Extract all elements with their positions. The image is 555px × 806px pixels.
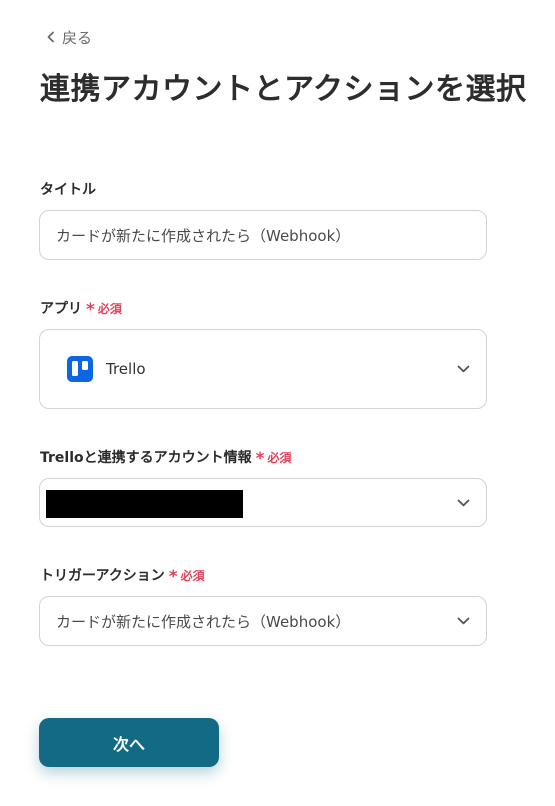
title-field-box[interactable]	[39, 210, 487, 260]
title-field-label: タイトル	[40, 179, 96, 199]
trigger-select[interactable]: カードが新たに作成されたら（Webhook）	[39, 596, 487, 646]
trigger-select-value: カードが新たに作成されたら（Webhook）	[56, 612, 351, 631]
chevron-down-icon	[457, 499, 470, 506]
app-field-label: アプリ * 必須	[40, 298, 122, 318]
chevron-left-icon	[47, 31, 54, 43]
title-label-text: タイトル	[40, 182, 96, 198]
required-asterisk: *	[255, 448, 265, 469]
app-select[interactable]: Trello	[39, 329, 487, 409]
trigger-label-text: トリガーアクション	[40, 568, 165, 584]
app-label-text: アプリ	[40, 301, 82, 317]
account-field-label: Trelloと連携するアカウント情報 * 必須	[40, 447, 292, 467]
back-label: 戻る	[62, 28, 93, 47]
required-text: 必須	[97, 301, 122, 316]
account-select[interactable]	[39, 478, 487, 527]
chevron-down-icon	[457, 365, 470, 373]
required-text: 必須	[267, 450, 292, 465]
required-asterisk: *	[86, 299, 95, 320]
next-button[interactable]: 次へ	[39, 718, 219, 767]
redacted-account-value	[46, 490, 243, 518]
trigger-field-label: トリガーアクション * 必須	[40, 565, 205, 585]
required-badge: * 必須	[86, 299, 122, 320]
required-badge: * 必須	[168, 566, 205, 587]
required-text: 必須	[180, 568, 205, 583]
back-link[interactable]: 戻る	[46, 26, 92, 48]
required-asterisk: *	[168, 566, 178, 587]
title-input[interactable]	[40, 211, 486, 259]
account-label-text: Trelloと連携するアカウント情報	[40, 450, 252, 466]
app-select-value: Trello	[106, 360, 146, 378]
required-badge: * 必須	[255, 448, 292, 469]
trello-logo-icon	[67, 356, 93, 382]
page-title: 連携アカウントとアクションを選択	[40, 72, 527, 107]
chevron-down-icon	[457, 617, 470, 625]
